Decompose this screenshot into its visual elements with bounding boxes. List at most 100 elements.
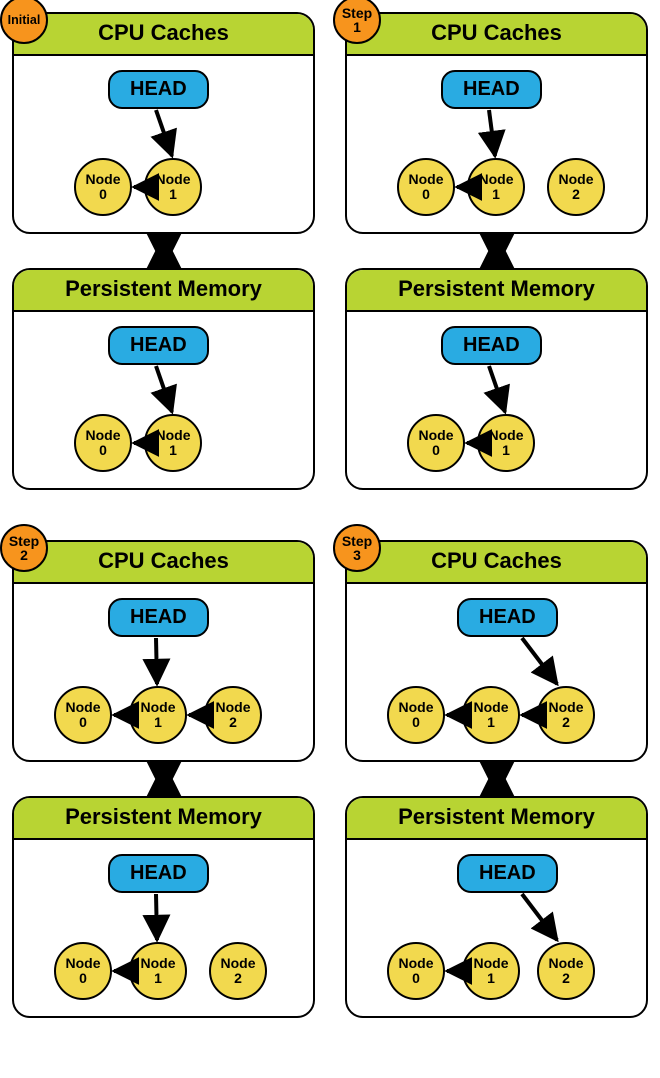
head-box: HEAD bbox=[457, 854, 558, 893]
cpu-cache-body: HEAD Node 0 Node 1 Node 2 bbox=[14, 584, 313, 760]
node-label-b: 2 bbox=[234, 971, 242, 986]
cpu-cache-panel: CPU Caches HEAD Node 0 Node 1 Node 2 bbox=[345, 12, 648, 234]
node-label-a: Node bbox=[141, 700, 176, 715]
node-1: Node 1 bbox=[144, 158, 202, 216]
pmem-panel: Persistent Memory HEAD Node 0 Node 1 Nod… bbox=[345, 796, 648, 1018]
node-1: Node 1 bbox=[129, 942, 187, 1000]
node-label-a: Node bbox=[474, 700, 509, 715]
pmem-header: Persistent Memory bbox=[347, 798, 646, 840]
node-label-b: 1 bbox=[492, 187, 500, 202]
node-2: Node 2 bbox=[537, 686, 595, 744]
panel-step-1: Step 1 CPU Caches HEAD Node 0 Node 1 Nod… bbox=[345, 12, 648, 490]
badge-text-a: Step bbox=[342, 6, 372, 20]
node-2: Node 2 bbox=[547, 158, 605, 216]
diagram-grid: Initial CPU Caches HEAD Node 0 Node 1 bbox=[12, 12, 648, 1018]
cpu-cache-panel: CPU Caches HEAD Node 0 Node 1 Node 2 bbox=[345, 540, 648, 762]
node-0: Node 0 bbox=[74, 158, 132, 216]
pmem-header: Persistent Memory bbox=[347, 270, 646, 312]
node-label-a: Node bbox=[559, 172, 594, 187]
node-2: Node 2 bbox=[204, 686, 262, 744]
node-label-a: Node bbox=[86, 428, 121, 443]
node-label-a: Node bbox=[221, 956, 256, 971]
head-box: HEAD bbox=[108, 598, 209, 637]
node-label-a: Node bbox=[86, 172, 121, 187]
head-box: HEAD bbox=[441, 326, 542, 365]
panel-step-2: Step 2 CPU Caches HEAD Node 0 Node 1 Nod… bbox=[12, 540, 315, 1018]
node-label-b: 1 bbox=[154, 971, 162, 986]
cpu-cache-panel: CPU Caches HEAD Node 0 Node 1 bbox=[12, 12, 315, 234]
node-0: Node 0 bbox=[407, 414, 465, 472]
node-label-a: Node bbox=[549, 700, 584, 715]
panel-step-3: Step 3 CPU Caches HEAD Node 0 Node 1 Nod… bbox=[345, 540, 648, 1018]
cpu-cache-header: CPU Caches bbox=[14, 542, 313, 584]
node-label-a: Node bbox=[216, 700, 251, 715]
head-box: HEAD bbox=[457, 598, 558, 637]
node-label-a: Node bbox=[479, 172, 514, 187]
node-label-b: 0 bbox=[412, 715, 420, 730]
node-label-a: Node bbox=[419, 428, 454, 443]
node-label-b: 0 bbox=[99, 443, 107, 458]
node-0: Node 0 bbox=[397, 158, 455, 216]
node-label-b: 1 bbox=[169, 443, 177, 458]
node-label-b: 2 bbox=[562, 715, 570, 730]
panel-initial: Initial CPU Caches HEAD Node 0 Node 1 bbox=[12, 12, 315, 490]
cpu-cache-body: HEAD Node 0 Node 1 Node 2 bbox=[347, 56, 646, 232]
cpu-cache-header: CPU Caches bbox=[347, 542, 646, 584]
node-0: Node 0 bbox=[54, 942, 112, 1000]
cpu-cache-header: CPU Caches bbox=[347, 14, 646, 56]
node-0: Node 0 bbox=[74, 414, 132, 472]
sync-arrow bbox=[12, 234, 315, 268]
sync-arrow bbox=[345, 762, 648, 796]
node-label-b: 1 bbox=[169, 187, 177, 202]
node-label-b: 0 bbox=[422, 187, 430, 202]
node-label-a: Node bbox=[409, 172, 444, 187]
node-2: Node 2 bbox=[537, 942, 595, 1000]
head-box: HEAD bbox=[108, 326, 209, 365]
sync-arrow bbox=[12, 762, 315, 796]
node-label-a: Node bbox=[156, 428, 191, 443]
pmem-body: HEAD Node 0 Node 1 Node 2 bbox=[347, 840, 646, 1016]
node-label-b: 1 bbox=[502, 443, 510, 458]
step-badge-2: Step 2 bbox=[0, 524, 48, 572]
node-label-b: 0 bbox=[79, 715, 87, 730]
node-1: Node 1 bbox=[477, 414, 535, 472]
node-label-a: Node bbox=[399, 956, 434, 971]
node-1: Node 1 bbox=[467, 158, 525, 216]
node-label-a: Node bbox=[66, 700, 101, 715]
badge-text-a: Step bbox=[342, 534, 372, 548]
cpu-cache-header: CPU Caches bbox=[14, 14, 313, 56]
node-1: Node 1 bbox=[462, 942, 520, 1000]
node-0: Node 0 bbox=[387, 686, 445, 744]
step-badge-3: Step 3 bbox=[333, 524, 381, 572]
node-label-a: Node bbox=[156, 172, 191, 187]
cpu-cache-body: HEAD Node 0 Node 1 Node 2 bbox=[347, 584, 646, 760]
pmem-panel: Persistent Memory HEAD Node 0 Node 1 Nod… bbox=[12, 796, 315, 1018]
node-1: Node 1 bbox=[462, 686, 520, 744]
head-box: HEAD bbox=[441, 70, 542, 109]
cpu-cache-panel: CPU Caches HEAD Node 0 Node 1 Node 2 bbox=[12, 540, 315, 762]
node-label-a: Node bbox=[66, 956, 101, 971]
node-label-b: 0 bbox=[412, 971, 420, 986]
badge-text: Initial bbox=[8, 14, 41, 27]
node-label-b: 1 bbox=[487, 715, 495, 730]
pmem-header: Persistent Memory bbox=[14, 798, 313, 840]
pmem-panel: Persistent Memory HEAD Node 0 Node 1 bbox=[12, 268, 315, 490]
badge-text-b: 2 bbox=[9, 548, 39, 562]
sync-arrow bbox=[345, 234, 648, 268]
node-1: Node 1 bbox=[129, 686, 187, 744]
node-0: Node 0 bbox=[54, 686, 112, 744]
pmem-header: Persistent Memory bbox=[14, 270, 313, 312]
node-label-b: 0 bbox=[432, 443, 440, 458]
node-0: Node 0 bbox=[387, 942, 445, 1000]
node-label-a: Node bbox=[549, 956, 584, 971]
pmem-panel: Persistent Memory HEAD Node 0 Node 1 bbox=[345, 268, 648, 490]
node-label-a: Node bbox=[489, 428, 524, 443]
pmem-body: HEAD Node 0 Node 1 bbox=[347, 312, 646, 488]
cpu-cache-body: HEAD Node 0 Node 1 bbox=[14, 56, 313, 232]
node-label-b: 2 bbox=[562, 971, 570, 986]
badge-text-a: Step bbox=[9, 534, 39, 548]
badge-text-b: 1 bbox=[342, 20, 372, 34]
node-label-b: 1 bbox=[487, 971, 495, 986]
pmem-body: HEAD Node 0 Node 1 Node 2 bbox=[14, 840, 313, 1016]
head-box: HEAD bbox=[108, 854, 209, 893]
